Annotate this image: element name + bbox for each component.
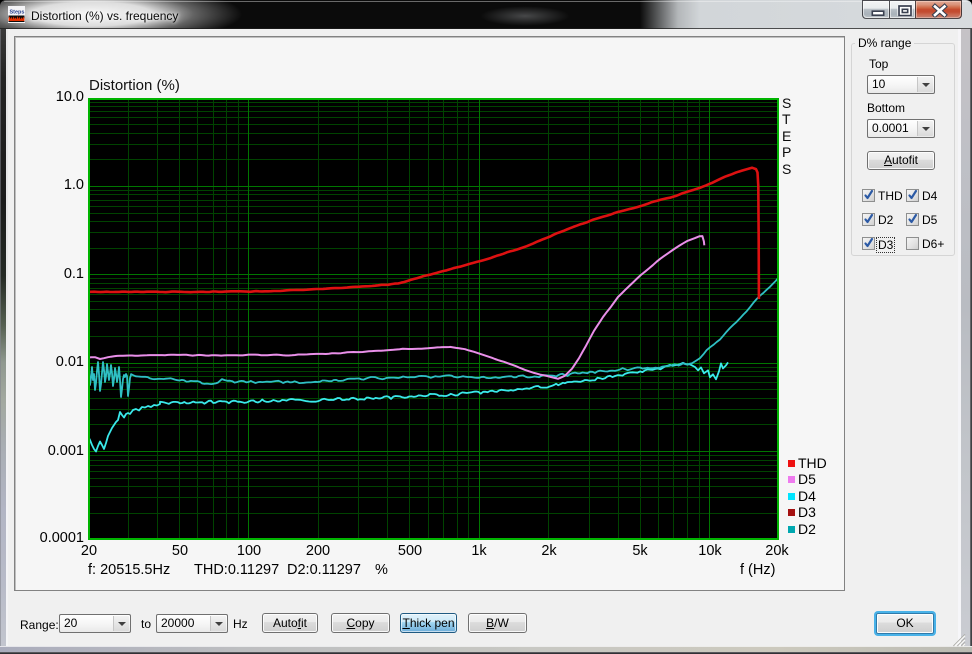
svg-text:Steps: Steps: [10, 10, 25, 16]
